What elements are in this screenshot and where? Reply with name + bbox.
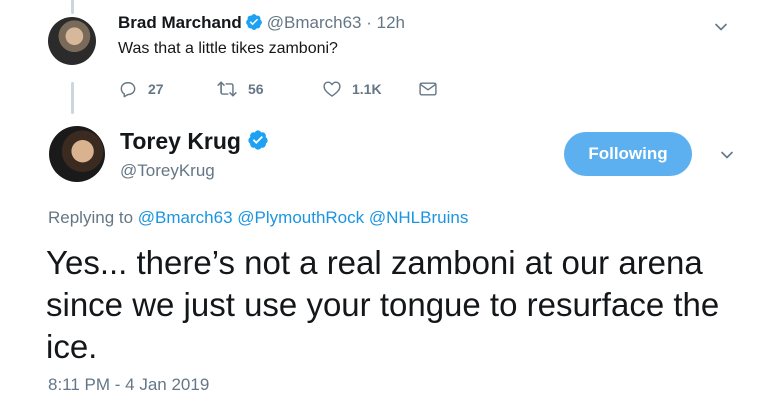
- main-author-name[interactable]: Torey Krug: [120, 128, 241, 154]
- retweet-action[interactable]: 56: [216, 79, 322, 99]
- mention-link[interactable]: @Bmarch63: [138, 208, 233, 227]
- parent-tweet-text: Was that a little tikes zamboni?: [118, 40, 338, 57]
- replying-to-line: Replying to @Bmarch63 @PlymouthRock @NHL…: [48, 207, 468, 229]
- like-count: 1.1K: [352, 81, 382, 97]
- heart-icon: [323, 81, 341, 97]
- thread-line-connector: [71, 82, 74, 114]
- avatar-main[interactable]: [49, 126, 105, 182]
- parent-author-name[interactable]: Brad Marchand: [118, 13, 242, 32]
- verified-badge-icon: [248, 130, 268, 150]
- envelope-icon: [419, 82, 437, 96]
- like-action[interactable]: 1.1K: [322, 79, 418, 99]
- parent-chevron-down-icon[interactable]: [714, 20, 728, 34]
- avatar-parent[interactable]: [48, 17, 96, 65]
- message-action[interactable]: [418, 80, 438, 98]
- retweet-count: 56: [248, 81, 264, 97]
- main-author-header: Torey Krug: [120, 127, 273, 155]
- parent-tweet-time[interactable]: · 12h: [366, 13, 405, 32]
- thread-line-top: [71, 0, 74, 14]
- retweet-icon: [217, 81, 237, 97]
- tweet-timestamp[interactable]: 8:11 PM - 4 Jan 2019: [48, 374, 209, 396]
- reply-count: 27: [148, 81, 164, 97]
- mention-link[interactable]: @NHLBruins: [369, 208, 468, 227]
- main-chevron-down-icon[interactable]: [720, 148, 734, 162]
- main-tweet-text: Yes... there’s not a real zamboni at our…: [46, 244, 720, 365]
- parent-tweet-actions: 27 56 1.1K: [118, 78, 438, 100]
- replying-to-label: Replying to: [48, 208, 134, 227]
- mention-link[interactable]: @PlymouthRock: [237, 208, 364, 227]
- reply-action[interactable]: 27: [118, 79, 216, 99]
- parent-tweet-header: Brad Marchand @Bmarch63 · 12h: [118, 12, 405, 34]
- reply-icon: [120, 82, 136, 98]
- parent-author-handle[interactable]: @Bmarch63: [267, 13, 362, 32]
- main-author-handle[interactable]: @ToreyKrug: [120, 160, 215, 182]
- following-button[interactable]: Following: [564, 132, 692, 176]
- verified-badge-icon: [245, 14, 262, 30]
